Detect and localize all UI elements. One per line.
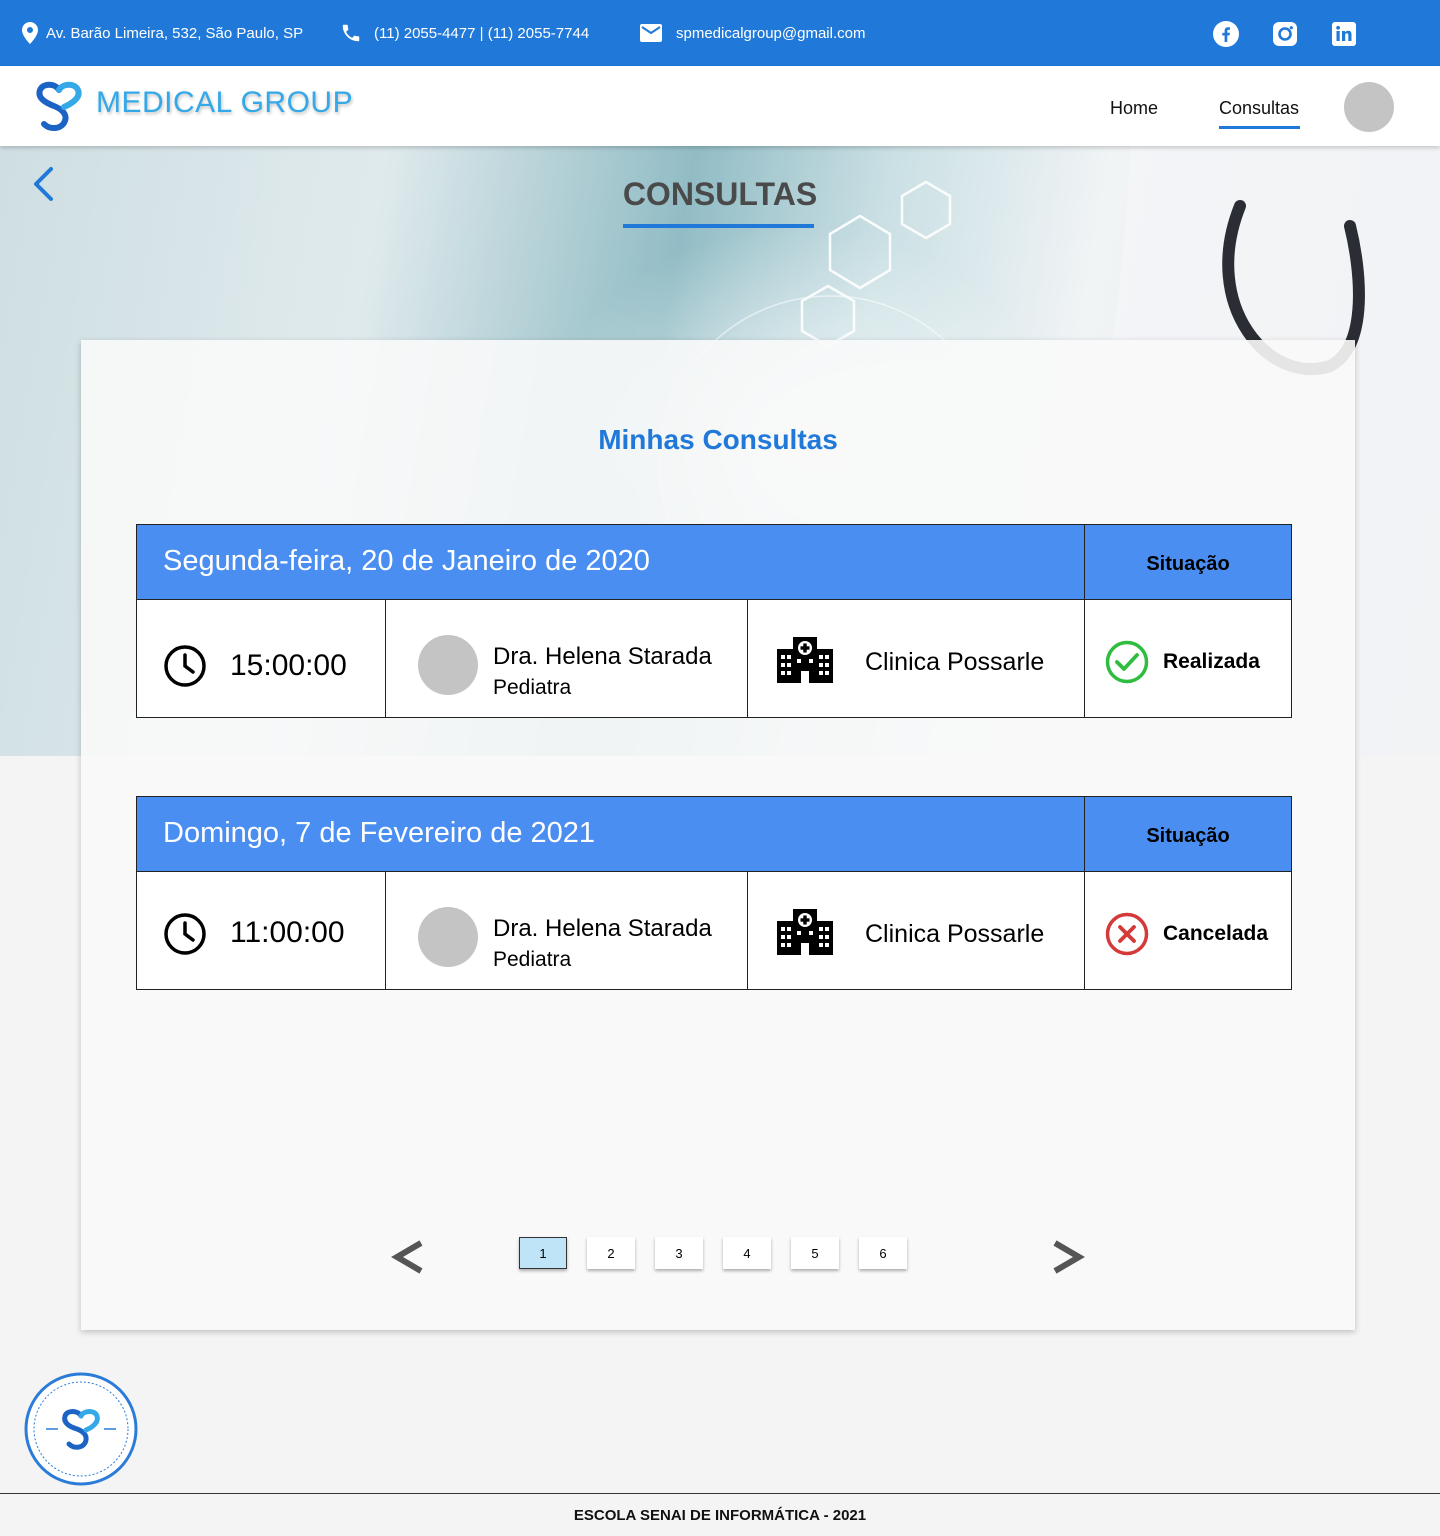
prev-page-icon[interactable] bbox=[391, 1237, 427, 1277]
doctor-avatar bbox=[418, 635, 478, 695]
email-info: spmedicalgroup@gmail.com bbox=[640, 0, 865, 66]
doctor-specialty: Pediatra bbox=[493, 948, 572, 971]
hospital-icon bbox=[777, 909, 833, 955]
hospital-icon bbox=[777, 637, 833, 683]
page-button[interactable]: 1 bbox=[519, 1237, 567, 1269]
clock-icon bbox=[164, 645, 206, 687]
phone-icon bbox=[342, 24, 360, 42]
doctor-avatar bbox=[418, 907, 478, 967]
mail-icon bbox=[640, 24, 662, 42]
situation-label: Situação bbox=[1146, 825, 1230, 847]
clinic-name: Clinica Possarle bbox=[865, 920, 1045, 948]
situation-label: Situação bbox=[1146, 553, 1230, 575]
facebook-icon[interactable] bbox=[1213, 21, 1239, 47]
page-button[interactable]: 5 bbox=[791, 1237, 839, 1269]
column-divider bbox=[385, 600, 386, 717]
instagram-icon[interactable] bbox=[1272, 21, 1298, 47]
consultas-card: Minhas Consultas Segunda-feira, 20 de Ja… bbox=[81, 340, 1355, 1330]
active-nav-indicator bbox=[1219, 126, 1300, 129]
appointment-card: Segunda-feira, 20 de Janeiro de 2020 Sit… bbox=[136, 524, 1292, 718]
section-title: Minhas Consultas bbox=[598, 424, 838, 455]
email-text: spmedicalgroup@gmail.com bbox=[676, 24, 866, 42]
linkedin-icon[interactable] bbox=[1331, 21, 1357, 47]
clinic-name: Clinica Possarle bbox=[865, 648, 1045, 676]
appointment-time: 15:00:00 bbox=[230, 649, 347, 682]
clock-icon bbox=[164, 913, 206, 955]
status-text: Cancelada bbox=[1163, 922, 1269, 945]
page-title-underline bbox=[623, 224, 814, 228]
nav-link-home[interactable]: Home bbox=[1110, 98, 1158, 119]
column-divider bbox=[747, 600, 748, 717]
appointment-date: Segunda-feira, 20 de Janeiro de 2020 bbox=[163, 545, 650, 577]
address-text: Av. Barão Limeira, 532, São Paulo, SP bbox=[46, 24, 304, 42]
check-circle-icon bbox=[1105, 640, 1149, 684]
medical-group-stamp-logo bbox=[24, 1372, 138, 1486]
location-pin-icon bbox=[22, 22, 38, 44]
top-info-bar: Av. Barão Limeira, 532, São Paulo, SP (1… bbox=[0, 0, 1440, 66]
page-button[interactable]: 6 bbox=[859, 1237, 907, 1269]
column-divider bbox=[385, 872, 386, 989]
appointment-date: Domingo, 7 de Fevereiro de 2021 bbox=[163, 817, 596, 849]
footer: ESCOLA SENAI DE INFORMÁTICA - 2021 bbox=[0, 1493, 1440, 1536]
appointment-time: 11:00:00 bbox=[230, 916, 345, 949]
medical-group-logo-icon[interactable] bbox=[30, 76, 88, 134]
page-button[interactable]: 4 bbox=[723, 1237, 771, 1269]
phone-text: (11) 2055-4477 | (11) 2055-7744 bbox=[374, 24, 590, 42]
doctor-specialty: Pediatra bbox=[493, 676, 572, 699]
column-divider bbox=[747, 872, 748, 989]
address-info: Av. Barão Limeira, 532, São Paulo, SP bbox=[22, 0, 303, 66]
status-text: Realizada bbox=[1163, 650, 1260, 673]
appointment-card: Domingo, 7 de Fevereiro de 2021 Situação… bbox=[136, 796, 1292, 990]
page-title: CONSULTAS bbox=[622, 176, 818, 212]
x-circle-icon bbox=[1105, 912, 1149, 956]
doctor-name: Dra. Helena Starada bbox=[493, 643, 712, 670]
page-button[interactable]: 3 bbox=[655, 1237, 703, 1269]
nav-link-consultas[interactable]: Consultas bbox=[1219, 98, 1299, 119]
page-button[interactable]: 2 bbox=[587, 1237, 635, 1269]
brand-name[interactable]: MEDICAL GROUP bbox=[96, 86, 353, 120]
doctor-name: Dra. Helena Starada bbox=[493, 915, 712, 942]
main-navbar: MEDICAL GROUP Home Consultas bbox=[0, 66, 1440, 146]
next-page-icon[interactable] bbox=[1049, 1237, 1085, 1277]
phone-info: (11) 2055-4477 | (11) 2055-7744 bbox=[340, 0, 589, 66]
user-avatar[interactable] bbox=[1344, 82, 1394, 132]
